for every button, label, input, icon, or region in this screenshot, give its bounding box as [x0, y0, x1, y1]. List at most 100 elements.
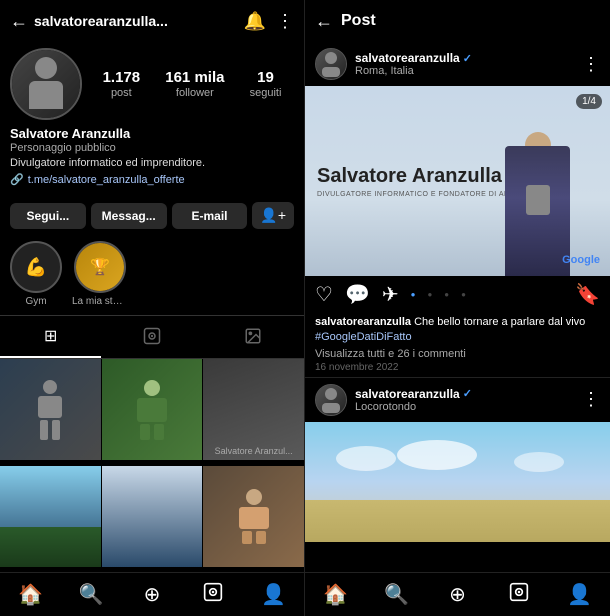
followers-label: follower — [176, 87, 214, 99]
photo-grid: Salvatore Aranzul... — [0, 359, 304, 572]
grid-item-4[interactable] — [0, 466, 101, 567]
link-text[interactable]: t.me/salvatore_aranzulla_offerte — [28, 174, 185, 186]
grid-item-3[interactable]: Salvatore Aranzul... — [203, 359, 304, 460]
profile-name: Salvatore Aranzulla — [10, 126, 294, 141]
action-buttons: Segui... Messag... E-mail 👤+ — [0, 194, 304, 233]
post-caption: salvatorearanzulla Che bello tornare a p… — [305, 313, 610, 377]
like-icon[interactable]: ♡ — [315, 282, 333, 307]
posts-label: post — [111, 87, 132, 99]
second-post-avatar — [315, 384, 347, 416]
follow-button[interactable]: Segui... — [10, 203, 86, 229]
post-title: Post — [341, 12, 600, 30]
post-actions: ♡ 💬 ✈ ● ● ● ● 🔖 — [305, 276, 610, 313]
post-user-info: salvatorearanzulla ✓ Roma, Italia — [355, 51, 574, 77]
post-image: Salvatore Aranzulla DIVULGATORE INFORMAT… — [305, 86, 610, 276]
more-icon[interactable]: ⋮ — [276, 11, 294, 32]
left-panel: ← salvatorearanzulla... 🔔 ⋮ 1. — [0, 0, 305, 616]
profile-tabs: ⊞ — [0, 315, 304, 359]
nav-reels-icon[interactable] — [182, 582, 243, 608]
profile-top: 1.178 post 161 mila follower 19 seguiti — [10, 48, 294, 120]
post-topbar: ← Post — [305, 0, 610, 42]
bookmark-icon[interactable]: 🔖 — [575, 282, 600, 307]
post-overlay-subtitle: DIVULGATORE INFORMATICO E FONDATORE DI A… — [317, 191, 522, 198]
right-nav-reels-icon[interactable] — [488, 582, 549, 608]
profile-username-topbar: salvatorearanzulla... — [34, 13, 234, 29]
verified-badge: ✓ — [463, 52, 472, 65]
story-gym[interactable]: 💪 Gym — [10, 241, 62, 307]
stat-posts[interactable]: 1.178 post — [103, 69, 141, 99]
avatar — [10, 48, 82, 120]
second-post-user-info: salvatorearanzulla ✓ Locorotondo — [355, 387, 574, 413]
left-topbar: ← salvatorearanzulla... 🔔 ⋮ — [0, 0, 304, 42]
post-text-overlay: Salvatore Aranzulla DIVULGATORE INFORMAT… — [317, 164, 522, 198]
post-avatar — [315, 48, 347, 80]
carousel-dot-4: ● — [461, 290, 466, 299]
profile-link[interactable]: 🔗 t.me/salvatore_aranzulla_offerte — [10, 173, 294, 186]
following-label: seguiti — [250, 87, 282, 99]
story-gym-circle: 💪 — [10, 241, 62, 293]
grid-item-1[interactable] — [0, 359, 101, 460]
caption-body: Che bello tornare a parlare dal vivo — [414, 316, 585, 328]
post-back-icon[interactable]: ← — [315, 11, 333, 32]
post-user-header: salvatorearanzulla ✓ Roma, Italia ⋮ — [305, 42, 610, 86]
share-icon[interactable]: ✈ — [382, 282, 399, 307]
grid-item-6[interactable] — [203, 466, 304, 567]
profile-category: Personaggio pubblico — [10, 142, 294, 154]
email-button[interactable]: E-mail — [172, 203, 248, 229]
post-overlay-title: Salvatore Aranzulla — [317, 164, 522, 188]
tab-reels[interactable] — [101, 316, 202, 358]
post-more-icon[interactable]: ⋮ — [582, 54, 600, 75]
story-mystory-image: 🏆 — [76, 243, 124, 291]
profile-bio: Divulgatore informatico ed imprenditore. — [10, 156, 294, 171]
post-username[interactable]: salvatorearanzulla ✓ — [355, 51, 574, 65]
caption-hashtag[interactable]: #GoogleDatiDiFatto — [315, 331, 412, 343]
stat-followers[interactable]: 161 mila follower — [165, 69, 224, 99]
right-nav-search-icon[interactable]: 🔍 — [366, 582, 427, 607]
right-bottom-nav: 🏠 🔍 ⊕ 👤 — [305, 572, 610, 616]
post-person-figure — [505, 146, 570, 276]
following-count: 19 — [257, 69, 274, 86]
gym-icon: 💪 — [25, 257, 47, 278]
add-person-button[interactable]: 👤+ — [252, 202, 294, 229]
right-nav-home-icon[interactable]: 🏠 — [305, 582, 366, 607]
tab-grid[interactable]: ⊞ — [0, 316, 101, 358]
second-post-username[interactable]: salvatorearanzulla ✓ — [355, 387, 574, 401]
view-comments[interactable]: Visualizza tutti e 26 i commenti — [315, 348, 600, 360]
right-panel: ← Post salvatorearanzulla ✓ Roma, Italia — [305, 0, 610, 616]
second-post-image — [305, 422, 610, 542]
left-bottom-nav: 🏠 🔍 ⊕ 👤 — [0, 572, 304, 616]
stat-following[interactable]: 19 seguiti — [250, 69, 282, 99]
followers-count: 161 mila — [165, 69, 224, 86]
stats-row: 1.178 post 161 mila follower 19 seguiti — [90, 69, 294, 99]
story-mystory-circle: 🏆 — [74, 241, 126, 293]
right-nav-add-icon[interactable]: ⊕ — [427, 582, 488, 607]
bell-icon[interactable]: 🔔 — [244, 11, 266, 32]
carousel-dot-2: ● — [427, 290, 432, 299]
second-verified-badge: ✓ — [463, 387, 472, 400]
second-post-more-icon[interactable]: ⋮ — [582, 389, 600, 410]
back-icon[interactable]: ← — [10, 11, 28, 32]
carousel-dot-1: ● — [411, 290, 416, 299]
message-button[interactable]: Messag... — [91, 203, 167, 229]
grid-item-2[interactable] — [102, 359, 203, 460]
story-mystory-label: La mia storia — [72, 296, 128, 307]
grid-item-5[interactable] — [102, 466, 203, 567]
nav-home-icon[interactable]: 🏠 — [0, 582, 61, 607]
second-post-username-text: salvatorearanzulla — [355, 387, 460, 401]
post-counter: 1/4 — [576, 94, 602, 109]
comment-icon[interactable]: 💬 — [345, 282, 370, 307]
stories-row: 💪 Gym 🏆 La mia storia — [0, 233, 304, 315]
carousel-dot-3: ● — [444, 290, 449, 299]
nav-add-icon[interactable]: ⊕ — [122, 582, 183, 607]
caption-text: salvatorearanzulla Che bello tornare a p… — [315, 315, 600, 346]
link-icon: 🔗 — [10, 173, 24, 186]
right-scroll-area[interactable]: salvatorearanzulla ✓ Roma, Italia ⋮ Salv… — [305, 42, 610, 572]
tab-tagged[interactable] — [203, 316, 304, 358]
nav-search-icon[interactable]: 🔍 — [61, 582, 122, 607]
right-nav-profile-icon[interactable]: 👤 — [549, 582, 610, 607]
caption-username[interactable]: salvatorearanzulla — [315, 316, 411, 328]
nav-profile-icon[interactable]: 👤 — [243, 582, 304, 607]
second-post-location: Locorotondo — [355, 401, 574, 413]
posts-count: 1.178 — [103, 69, 141, 86]
story-mystory[interactable]: 🏆 La mia storia — [72, 241, 128, 307]
